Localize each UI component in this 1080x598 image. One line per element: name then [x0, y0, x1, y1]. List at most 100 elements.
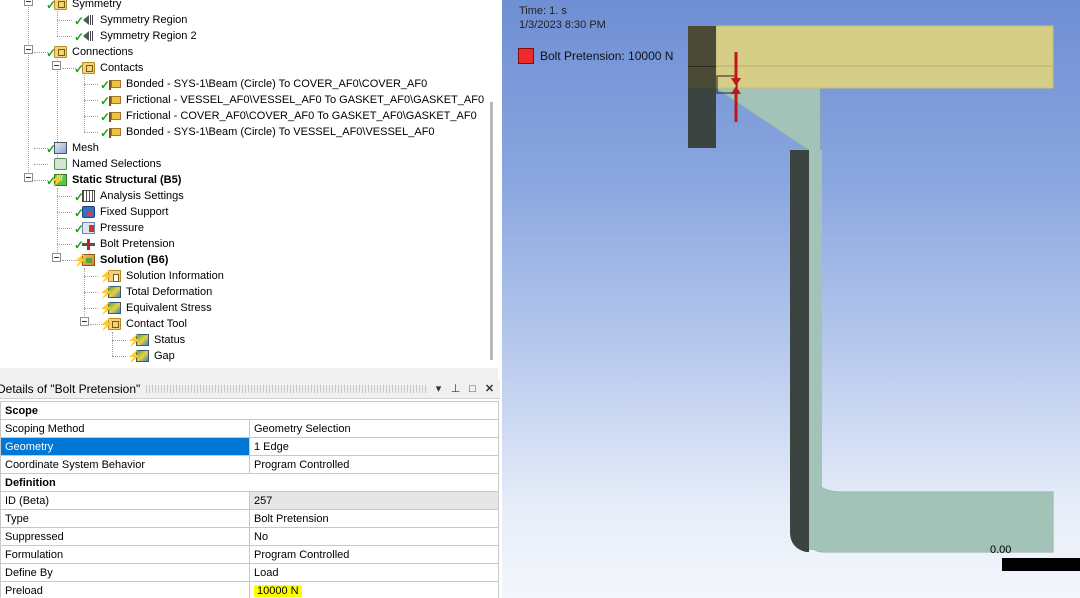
property-label: Type: [0, 509, 250, 528]
property-value[interactable]: Geometry Selection: [249, 419, 499, 438]
tree-item[interactable]: ⚡ Solution Information: [99, 268, 224, 284]
dropdown-arrow-icon[interactable]: ▾: [432, 383, 445, 396]
tree-item[interactable]: ✓⚡ Static Structural (B5): [46, 172, 182, 188]
details-row[interactable]: Geometry 1 Edge: [0, 437, 499, 456]
tree-item[interactable]: ✓ Symmetry: [46, 0, 122, 12]
tree-item[interactable]: ⚡ Equivalent Stress: [99, 300, 212, 316]
details-grid: Scope Scoping Method Geometry Selection Geo…: [0, 401, 499, 598]
tree-item[interactable]: ⚡ Total Deformation: [99, 284, 213, 300]
scale-zero-label: 0.00: [990, 544, 1012, 556]
result-icon: ⚡: [99, 301, 122, 315]
pressure-icon: ✓: [74, 221, 96, 235]
gasket-lower[interactable]: [688, 88, 716, 148]
details-row[interactable]: Define By Load: [0, 563, 499, 582]
analysis-settings-icon: ✓: [74, 189, 96, 203]
details-row[interactable]: Type Bolt Pretension: [0, 509, 499, 528]
tree-item[interactable]: ✓ Bonded - SYS-1\Beam (Circle) To COVER_A…: [100, 76, 427, 92]
check-icon: ✓: [46, 46, 57, 60]
check-icon: ✓: [74, 14, 85, 28]
close-icon[interactable]: ✕: [483, 383, 496, 396]
tree-line: [84, 73, 85, 132]
symmetry-region-icon: ✓: [74, 13, 96, 27]
preload-value[interactable]: 10000 N: [254, 584, 302, 597]
section-title: Scope: [0, 401, 499, 420]
tree-line: [112, 332, 113, 356]
tree-line: [57, 196, 72, 197]
details-row[interactable]: Suppressed No: [0, 527, 499, 546]
collapse-toggle[interactable]: [24, 0, 33, 6]
contact-icon: ✓: [100, 77, 122, 91]
cover-plate[interactable]: [715, 25, 1054, 89]
property-value[interactable]: 1 Edge: [249, 437, 499, 456]
tree-scrollbar-thumb[interactable]: [490, 102, 493, 360]
tree-line: [84, 308, 98, 309]
tree-scrollbar[interactable]: [486, 0, 498, 368]
shell-dark[interactable]: [790, 150, 809, 552]
model-geometry[interactable]: [502, 0, 1080, 598]
tree-line: [84, 292, 98, 293]
collapse-toggle[interactable]: [52, 61, 61, 70]
graphics-viewport[interactable]: Time: 1. s 1/3/2023 8:30 PM Bolt Pretens…: [502, 0, 1080, 598]
collapse-toggle[interactable]: [80, 317, 89, 326]
tree-item-label: Mesh: [72, 142, 99, 154]
property-value[interactable]: No: [249, 527, 499, 546]
tree-item[interactable]: ✓ Frictional - COVER_AF0\COVER_AF0 To GAS…: [100, 108, 477, 124]
tree-item[interactable]: ⚡ Gap: [127, 348, 175, 364]
tree-item[interactable]: ✓ Pressure: [74, 220, 144, 236]
maximize-icon[interactable]: □: [466, 383, 479, 396]
property-label: Define By: [0, 563, 250, 582]
lightning-icon: ⚡: [99, 317, 114, 331]
property-value[interactable]: Program Controlled: [249, 455, 499, 474]
vessel-body[interactable]: [714, 87, 1054, 553]
tree-line: [57, 212, 72, 213]
tree-item[interactable]: ✓ Contacts: [74, 60, 143, 76]
result-icon: ⚡: [127, 333, 150, 347]
vessel-wall[interactable]: [716, 88, 1053, 552]
tree-item[interactable]: ✓ Frictional - VESSEL_AF0\VESSEL_AF0 To G…: [100, 92, 485, 108]
named-selections-icon: [54, 158, 67, 170]
tree-item[interactable]: ✓ Fixed Support: [74, 204, 168, 220]
tree-item[interactable]: ✓ Symmetry Region: [74, 12, 187, 28]
tree-item[interactable]: ✓ Analysis Settings: [74, 188, 184, 204]
tree-item-label: Static Structural (B5): [72, 174, 182, 186]
project-tree[interactable]: ✓ Symmetry ✓ Symmetry Region ✓ Symmetry Regio…: [0, 0, 498, 368]
tree-item-label: Solution (B6): [100, 254, 169, 266]
vessel-wall-strip[interactable]: [809, 150, 822, 550]
tree-item[interactable]: ✓ Bolt Pretension: [74, 236, 175, 252]
tree-item[interactable]: ✓ Symmetry Region 2: [74, 28, 197, 44]
property-value[interactable]: 10000 N: [249, 581, 499, 598]
tree-item[interactable]: ✓ Connections: [46, 44, 133, 60]
tree-item-label: Total Deformation: [126, 286, 213, 298]
property-value[interactable]: Program Controlled: [249, 545, 499, 564]
result-icon: ⚡: [99, 285, 122, 299]
tree-line: [84, 84, 98, 85]
property-value[interactable]: 257: [249, 491, 499, 510]
tree-item[interactable]: ⚡ Status: [127, 332, 185, 348]
section-title: Definition: [0, 473, 499, 492]
lightning-icon: ⚡: [99, 285, 114, 299]
details-row[interactable]: ID (Beta) 257: [0, 491, 499, 510]
solution-information-icon: ⚡: [99, 269, 122, 283]
collapse-toggle[interactable]: [24, 173, 33, 182]
property-value[interactable]: Load: [249, 563, 499, 582]
details-row[interactable]: Formulation Program Controlled: [0, 545, 499, 564]
details-section: Scope: [0, 401, 499, 420]
tree-item[interactable]: Named Selections: [52, 156, 161, 172]
tree-item[interactable]: ✓ Mesh: [46, 140, 99, 156]
property-value[interactable]: Bolt Pretension: [249, 509, 499, 528]
collapse-toggle[interactable]: [24, 45, 33, 54]
panel-splitter[interactable]: [0, 368, 498, 380]
tree-item[interactable]: ⚡ Solution (B6): [73, 252, 169, 268]
tree-item-label: Frictional - VESSEL_AF0\VESSEL_AF0 To GA…: [126, 94, 485, 106]
tree-item[interactable]: ✓ Bonded - SYS-1\Beam (Circle) To VESSEL_…: [100, 124, 435, 140]
gasket-upper[interactable]: [688, 26, 716, 88]
tree-item[interactable]: ⚡ Contact Tool: [99, 316, 187, 332]
details-row[interactable]: Coordinate System Behavior Program Contro…: [0, 455, 499, 474]
check-icon: ✓: [100, 94, 111, 108]
tree-line: [84, 276, 98, 277]
pin-icon[interactable]: ⊥: [449, 383, 462, 396]
details-row[interactable]: Scoping Method Geometry Selection: [0, 419, 499, 438]
collapse-toggle[interactable]: [52, 253, 61, 262]
details-row[interactable]: Preload 10000 N: [0, 581, 499, 598]
solution-icon: ⚡: [73, 253, 96, 267]
